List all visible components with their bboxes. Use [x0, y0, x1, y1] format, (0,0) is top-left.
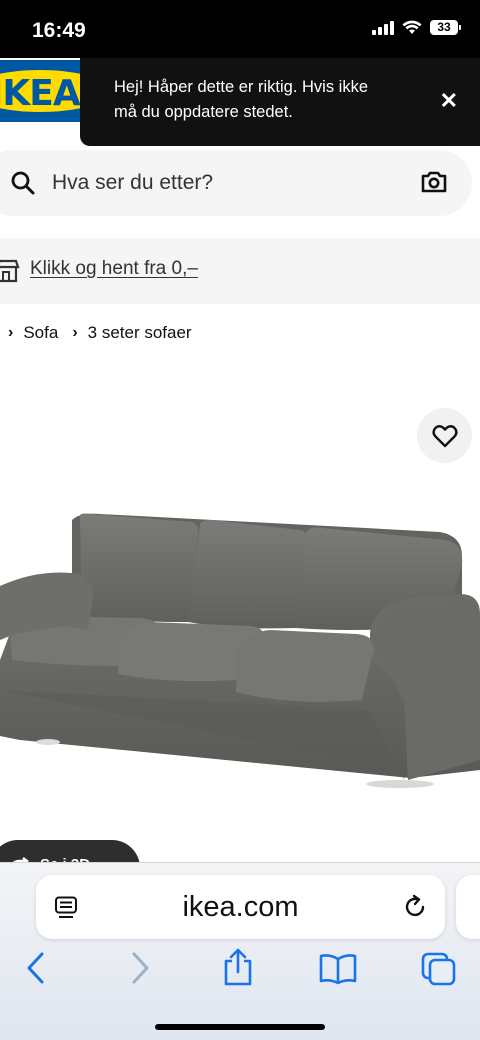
- chevron-right-icon: ›: [72, 324, 78, 341]
- search-bar[interactable]: [0, 150, 472, 216]
- pickup-link[interactable]: Klikk og hent fra 0,–: [30, 258, 198, 280]
- battery-indicator: 33: [430, 20, 461, 35]
- status-indicators: 33: [372, 20, 461, 35]
- search-icon: [11, 171, 35, 195]
- chevron-right-icon: ›: [8, 324, 14, 341]
- breadcrumb: › Sofa › 3 seter sofaer: [8, 323, 206, 343]
- location-toast: Hej! Håper dette er riktig. Hvis ikke må…: [80, 58, 480, 146]
- toast-message: Hej! Håper dette er riktig. Hvis ikke må…: [114, 78, 369, 121]
- next-tab-preview[interactable]: [456, 875, 480, 939]
- product-image[interactable]: [0, 360, 480, 860]
- status-time: 16:49: [32, 19, 86, 42]
- cellular-signal-icon: [372, 20, 394, 35]
- bookmarks-icon[interactable]: [318, 953, 358, 985]
- tabs-icon[interactable]: [420, 951, 458, 987]
- status-bar: 16:49 33: [0, 0, 480, 58]
- breadcrumb-item-3-seat-sofas[interactable]: 3 seter sofaer: [88, 323, 192, 343]
- heart-icon: [431, 424, 458, 447]
- wifi-icon: [402, 20, 422, 34]
- close-icon[interactable]: ✕: [440, 88, 458, 114]
- logo-text: IKEA: [0, 73, 81, 114]
- search-input[interactable]: [52, 167, 382, 199]
- store-icon: [0, 259, 20, 283]
- camera-icon[interactable]: [420, 168, 448, 196]
- forward-icon[interactable]: [128, 951, 152, 985]
- share-icon[interactable]: [222, 947, 254, 987]
- browser-toolbar: ikea.com: [0, 862, 480, 1040]
- breadcrumb-item-sofa[interactable]: Sofa: [23, 323, 58, 343]
- back-icon[interactable]: [24, 951, 48, 985]
- ikea-logo[interactable]: IKEA: [0, 60, 82, 122]
- wishlist-button[interactable]: [417, 408, 472, 463]
- reload-icon[interactable]: [401, 893, 429, 921]
- url-text: ikea.com: [182, 891, 299, 923]
- home-indicator[interactable]: [155, 1024, 325, 1030]
- pickup-banner[interactable]: Klikk og hent fra 0,–: [0, 238, 480, 304]
- address-bar[interactable]: ikea.com: [36, 875, 445, 939]
